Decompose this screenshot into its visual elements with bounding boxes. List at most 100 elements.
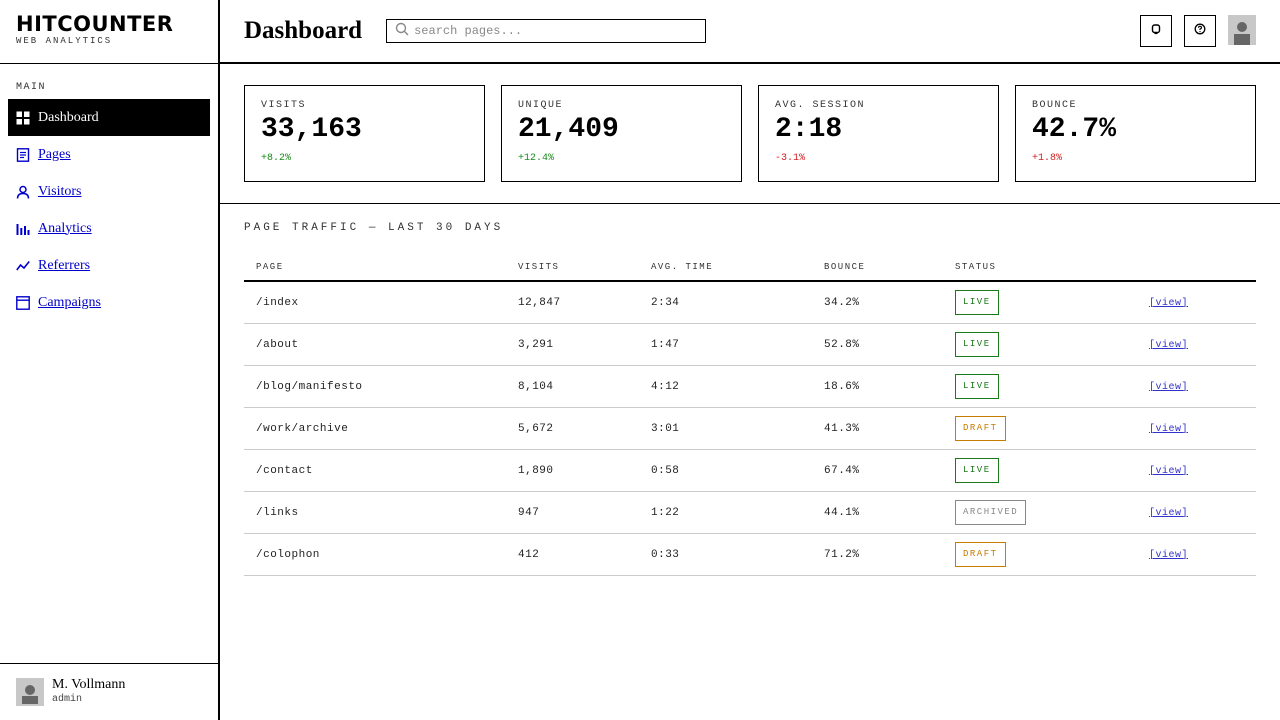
user-name: M. Vollmann	[52, 677, 126, 692]
sidebar-item-label: Pages	[38, 146, 71, 162]
visits-count: 12,847	[518, 296, 561, 309]
sidebar: HITCOUNTER WEB ANALYTICS MAIN Dashboard P…	[0, 0, 220, 720]
user-footer[interactable]: M. Vollmann admin	[0, 663, 218, 720]
view-link[interactable]: [view]	[1149, 424, 1188, 435]
view-link[interactable]: [view]	[1149, 508, 1188, 519]
sidebar-item-label: Referrers	[38, 257, 91, 273]
table-row: /about 3,291 1:47 52.8% LIVE [view]	[244, 324, 1256, 366]
status-badge: LIVE	[955, 332, 999, 357]
page-path: /work/archive	[256, 422, 349, 435]
stat-label: UNIQUE	[518, 100, 564, 111]
bounce-rate: 67.4%	[824, 464, 860, 477]
section-divider	[220, 203, 1280, 204]
status-badge: DRAFT	[955, 542, 1006, 567]
visits-count: 947	[518, 506, 540, 519]
table-row: /blog/manifesto 8,104 4:12 18.6% LIVE [view]	[244, 366, 1256, 408]
page-path: /blog/manifesto	[256, 380, 363, 393]
column-header-page: PAGE	[256, 262, 284, 272]
sidebar-item-campaigns[interactable]: Campaigns	[8, 284, 210, 321]
bounce-rate: 41.3%	[824, 422, 860, 435]
sidebar-nav: Dashboard Pages Visitors Analytics Referrers…	[8, 99, 210, 321]
stat-value: 42.7%	[1032, 114, 1117, 145]
bounce-rate: 44.1%	[824, 506, 860, 519]
notifications-button[interactable]	[1140, 15, 1172, 47]
table-row: /links 947 1:22 44.1% ARCHIVED [view]	[244, 492, 1256, 534]
page-path: /contact	[256, 464, 313, 477]
sidebar-item-pages[interactable]: Pages	[8, 136, 210, 173]
page-path: /about	[256, 338, 299, 351]
view-link[interactable]: [view]	[1149, 466, 1188, 477]
document-icon	[16, 147, 30, 162]
table-row: /index 12,847 2:34 34.2% LIVE [view]	[244, 282, 1256, 324]
stat-card-visits: VISITS 33,163 +8.2%	[244, 85, 485, 182]
stat-value: 21,409	[518, 114, 619, 145]
bounce-rate: 52.8%	[824, 338, 860, 351]
sidebar-item-analytics[interactable]: Analytics	[8, 210, 210, 247]
avg-time: 1:22	[651, 506, 680, 519]
stat-label: BOUNCE	[1032, 100, 1078, 111]
page-title: Dashboard	[244, 17, 363, 44]
status-badge: DRAFT	[955, 416, 1006, 441]
stat-delta: +1.8%	[1032, 153, 1063, 164]
avg-time: 1:47	[651, 338, 680, 351]
visits-count: 412	[518, 548, 540, 561]
stat-value: 2:18	[775, 114, 843, 145]
column-header-status: STATUS	[955, 262, 997, 272]
stat-card-bounce: BOUNCE 42.7% +1.8%	[1015, 85, 1256, 182]
view-link[interactable]: [view]	[1149, 298, 1188, 309]
user-role: admin	[52, 694, 83, 705]
status-badge: LIVE	[955, 290, 999, 315]
visits-count: 3,291	[518, 338, 554, 351]
avg-time: 0:58	[651, 464, 680, 477]
header-avatar[interactable]	[1228, 15, 1256, 45]
bounce-rate: 18.6%	[824, 380, 860, 393]
view-link[interactable]: [view]	[1149, 382, 1188, 393]
help-icon	[1194, 22, 1206, 40]
stat-card-unique: UNIQUE 21,409 +12.4%	[501, 85, 742, 182]
visits-count: 1,890	[518, 464, 554, 477]
traffic-table: PAGE VISITS AVG. TIME BOUNCE STATUS /ind…	[244, 254, 1256, 576]
stat-delta: -3.1%	[775, 153, 806, 164]
table-header: PAGE VISITS AVG. TIME BOUNCE STATUS	[244, 254, 1256, 282]
avg-time: 3:01	[651, 422, 680, 435]
view-link[interactable]: [view]	[1149, 340, 1188, 351]
bounce-rate: 34.2%	[824, 296, 860, 309]
status-badge: LIVE	[955, 458, 999, 483]
page-path: /index	[256, 296, 299, 309]
avg-time: 4:12	[651, 380, 680, 393]
avatar	[16, 678, 44, 706]
view-link[interactable]: [view]	[1149, 550, 1188, 561]
bounce-rate: 71.2%	[824, 548, 860, 561]
sidebar-item-visitors[interactable]: Visitors	[8, 173, 210, 210]
visits-count: 5,672	[518, 422, 554, 435]
stats-row: VISITS 33,163 +8.2% UNIQUE 21,409 +12.4% AVG. …	[244, 85, 1256, 182]
page-path: /links	[256, 506, 299, 519]
sidebar-item-dashboard[interactable]: Dashboard	[8, 99, 210, 136]
table-row: /contact 1,890 0:58 67.4% LIVE [view]	[244, 450, 1256, 492]
column-header-avg-time: AVG. TIME	[651, 262, 714, 272]
grid-icon	[16, 111, 30, 125]
stat-card-avg-session: AVG. SESSION 2:18 -3.1%	[758, 85, 999, 182]
brand-subtitle: WEB ANALYTICS	[16, 36, 113, 46]
trend-line-icon	[16, 259, 30, 273]
table-title: PAGE TRAFFIC — LAST 30 DAYS	[244, 222, 504, 234]
stat-delta: +8.2%	[261, 153, 292, 164]
brand-title: HITCOUNTER	[16, 12, 174, 36]
visits-count: 8,104	[518, 380, 554, 393]
search-input[interactable]	[414, 24, 695, 38]
help-button[interactable]	[1184, 15, 1216, 47]
search-box[interactable]	[386, 19, 707, 43]
sidebar-item-label: Analytics	[38, 220, 92, 236]
bell-icon	[1150, 22, 1162, 40]
window-icon	[16, 295, 30, 310]
status-badge: ARCHIVED	[955, 500, 1027, 525]
nav-section-label: MAIN	[16, 82, 47, 93]
table-row: /work/archive 5,672 3:01 41.3% DRAFT [view]	[244, 408, 1256, 450]
sidebar-item-referrers[interactable]: Referrers	[8, 247, 210, 284]
stat-label: VISITS	[261, 100, 307, 111]
top-header: Dashboard	[220, 0, 1280, 64]
stat-value: 33,163	[261, 114, 362, 145]
status-badge: LIVE	[955, 374, 999, 399]
user-icon	[16, 185, 30, 199]
avg-time: 2:34	[651, 296, 680, 309]
